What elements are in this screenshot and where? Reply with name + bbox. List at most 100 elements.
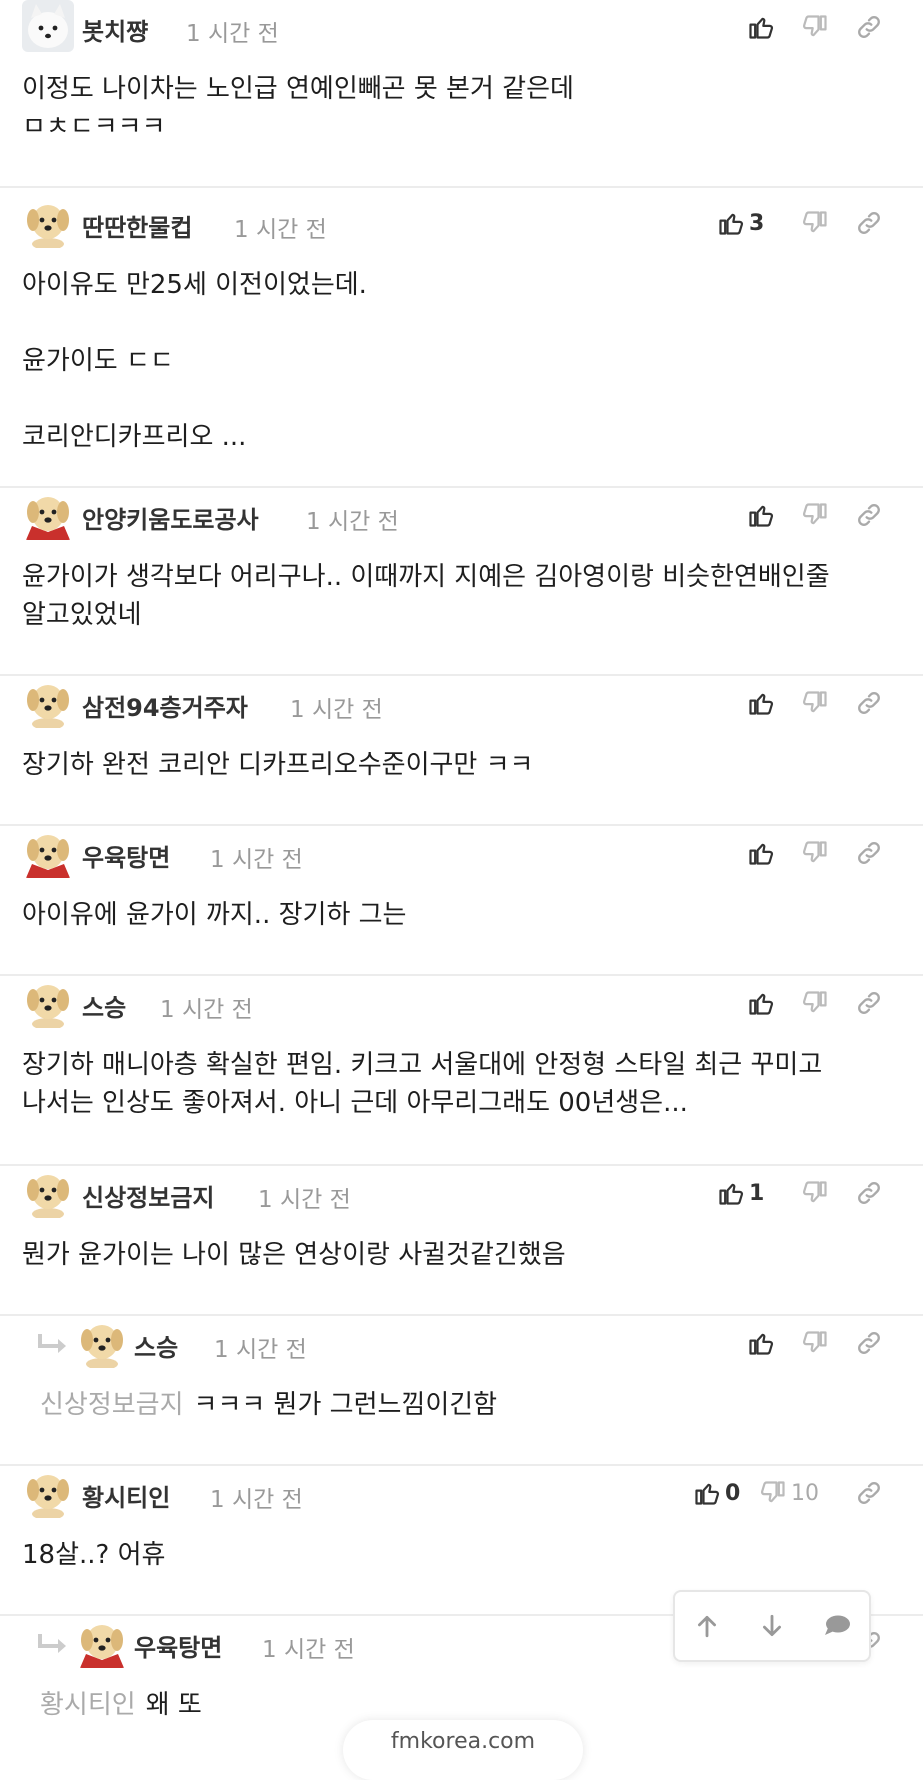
comment-actions: 0 10 (695, 1478, 897, 1508)
dislike-button[interactable] (801, 208, 829, 238)
avatar[interactable] (22, 0, 74, 52)
arrow-down-icon (762, 1614, 781, 1637)
comment-author[interactable]: 봇치쨩 (82, 12, 148, 47)
like-button[interactable] (747, 500, 775, 530)
copy-link-button[interactable] (855, 688, 883, 718)
thumbs-up-icon (747, 839, 775, 867)
copy-link-button[interactable] (855, 1328, 883, 1358)
comment-text: 이정도 나이차는 노인급 연예인빼곤 못 본거 같은데 ㅁㅊㄷㅋㅋㅋ (22, 74, 574, 142)
comment-text: ㅋㅋㅋ 뭔가 그런느낌이긴함 (193, 1390, 498, 1420)
dislike-button[interactable]: 10 (759, 1478, 819, 1508)
thumbs-down-icon (801, 1329, 829, 1357)
comment-text: 윤가이가 생각보다 어리구나.. 이때까지 지예은 김아영이랑 비슷한연배인줄 … (22, 562, 838, 630)
like-count: 0 (725, 1480, 741, 1506)
avatar[interactable] (22, 976, 74, 1028)
thumbs-down-icon (759, 1479, 787, 1507)
copy-link-button[interactable] (855, 12, 883, 42)
mention-author[interactable]: 신상정보금지 (40, 1390, 184, 1420)
comment-actions (697, 988, 897, 1018)
comment: 신상정보금지 1 시간 전 1 뭔가 윤가이는 나이 많은 연상이랑 사귈것같긴했음 (0, 1166, 923, 1316)
like-button[interactable]: 1 (717, 1178, 764, 1208)
thumbs-down-icon (801, 209, 829, 237)
like-button[interactable] (747, 838, 775, 868)
scroll-up-button[interactable] (682, 1601, 732, 1651)
thumbs-up-icon (747, 689, 775, 717)
reply-arrow-icon (36, 1632, 70, 1660)
copy-link-button[interactable] (855, 208, 883, 238)
copy-link-button[interactable] (855, 1478, 883, 1508)
comment: 우육탕면 1 시간 전 아이유에 윤가이 까지.. 장기하 그는 (0, 826, 923, 976)
like-button[interactable]: 3 (717, 208, 764, 238)
like-button[interactable] (747, 1328, 775, 1358)
avatar[interactable] (22, 488, 74, 540)
mention-author[interactable]: 황시티인 (40, 1690, 136, 1720)
thumbs-up-icon (717, 209, 745, 237)
comment-actions (697, 838, 897, 868)
copy-link-button[interactable] (855, 500, 883, 530)
dislike-button[interactable] (801, 838, 829, 868)
link-icon (855, 1479, 883, 1507)
comment-author[interactable]: 스승 (82, 988, 126, 1023)
thumbs-down-icon (801, 501, 829, 529)
comment-jump-button[interactable] (812, 1601, 862, 1651)
copy-link-button[interactable] (855, 988, 883, 1018)
avatar[interactable] (22, 676, 74, 728)
comment-time: 1 시간 전 (258, 1187, 351, 1213)
comment: 스승 1 시간 전 장기하 매니아층 확실한 편임. 키크고 서울대에 안정형 스타… (0, 976, 923, 1166)
avatar[interactable] (22, 196, 74, 248)
comment-time: 1 시간 전 (290, 697, 383, 723)
avatar[interactable] (22, 1166, 74, 1218)
thumbs-down-icon (801, 1179, 829, 1207)
comment-author[interactable]: 삼전94층거주자 (82, 688, 248, 723)
dislike-button[interactable] (801, 1328, 829, 1358)
dislike-button[interactable] (801, 1178, 829, 1208)
dislike-button[interactable] (801, 988, 829, 1018)
avatar[interactable] (22, 1466, 74, 1518)
dislike-button[interactable] (801, 500, 829, 530)
link-icon (855, 1329, 883, 1357)
thumbs-down-icon (801, 13, 829, 41)
comment-body: 아이유에 윤가이 까지.. 장기하 그는 (0, 876, 923, 934)
comment-time: 1 시간 전 (234, 217, 327, 243)
reply-comment: 스승 1 시간 전신상정보금지 ㅋㅋㅋ 뭔가 그런느낌이긴함 (0, 1316, 923, 1466)
comment-body: 아이유도 만25세 이전이었는데. 윤가이도 ㄷㄷ 코리안디카프리오 ... (0, 246, 923, 456)
comment-author[interactable]: 우육탕면 (82, 838, 170, 873)
comment-author[interactable]: 신상정보금지 (82, 1178, 214, 1213)
thumbs-up-icon (717, 1179, 745, 1207)
avatar[interactable] (22, 826, 74, 878)
comment-body: 신상정보금지 ㅋㅋㅋ 뭔가 그런느낌이긴함 (0, 1366, 923, 1424)
comment-author[interactable]: 우육탕면 (134, 1628, 222, 1663)
like-button[interactable] (747, 688, 775, 718)
comment-actions (697, 1328, 897, 1358)
like-button[interactable]: 0 (693, 1478, 740, 1508)
comment-time: 1 시간 전 (186, 21, 279, 47)
comment-time: 1 시간 전 (214, 1337, 307, 1363)
thumbs-up-icon (747, 989, 775, 1017)
thumbs-down-icon (801, 989, 829, 1017)
comment-actions (697, 500, 897, 530)
comment-text: 아이유도 만25세 이전이었는데. 윤가이도 ㄷㄷ 코리안디카프리오 ... (22, 270, 367, 452)
comment-actions: 3 (697, 208, 897, 238)
thumbs-up-icon (693, 1479, 721, 1507)
comment-text: 왜 또 (145, 1690, 202, 1720)
site-domain-pill[interactable]: fmkorea.com (343, 1720, 583, 1780)
comment-body: 18살..? 어휴 (0, 1516, 923, 1574)
comment-body: 장기하 매니아층 확실한 편임. 키크고 서울대에 안정형 스타일 최근 꾸미고… (0, 1026, 923, 1122)
copy-link-button[interactable] (855, 838, 883, 868)
comment-author[interactable]: 스승 (134, 1328, 178, 1363)
dislike-button[interactable] (801, 12, 829, 42)
like-button[interactable] (747, 12, 775, 42)
copy-link-button[interactable] (855, 1178, 883, 1208)
comment-body: 윤가이가 생각보다 어리구나.. 이때까지 지예은 김아영이랑 비슷한연배인줄 … (0, 538, 923, 634)
comment-author[interactable]: 황시티인 (82, 1478, 170, 1513)
arrow-up-icon (698, 1615, 717, 1638)
link-icon (855, 689, 883, 717)
like-button[interactable] (747, 988, 775, 1018)
like-count: 3 (749, 210, 765, 236)
comment-author[interactable]: 안양키움도로공사 (82, 500, 259, 535)
avatar[interactable] (76, 1316, 128, 1368)
comment-author[interactable]: 딴딴한물컵 (82, 208, 192, 243)
dislike-button[interactable] (801, 688, 829, 718)
scroll-down-button[interactable] (747, 1601, 797, 1651)
avatar[interactable] (76, 1616, 128, 1668)
